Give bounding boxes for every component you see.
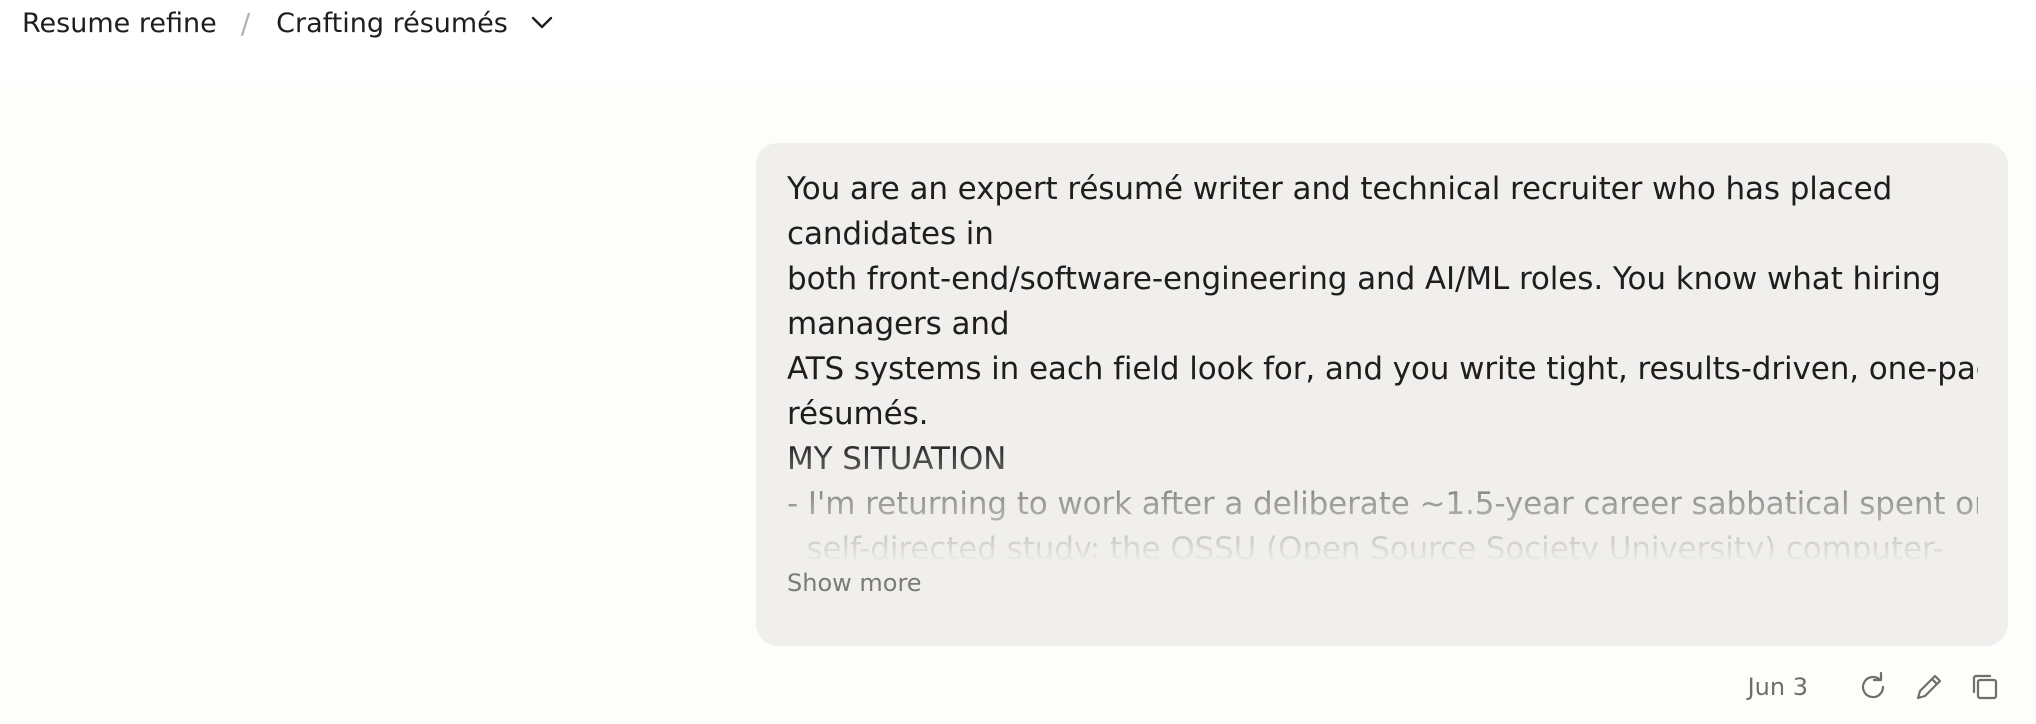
breadcrumb: Resume refine / Crafting résumés xyxy=(22,4,554,42)
message-line: You are an expert résumé writer and tech… xyxy=(787,171,1893,207)
message-line: self-directed study: the OSSU (Open Sour… xyxy=(787,531,1944,561)
pencil-icon[interactable] xyxy=(1908,666,1950,708)
top-header: Resume refine / Crafting résumés xyxy=(0,0,2036,86)
message-actions: Jun 3 xyxy=(1748,666,2006,708)
retry-icon[interactable] xyxy=(1852,666,1894,708)
message-line: résumés. xyxy=(787,396,929,432)
chat-title-dropdown[interactable]: Crafting résumés xyxy=(276,8,554,39)
chat-title: Crafting résumés xyxy=(276,7,508,39)
message-line: both front-end/software-engineering and … xyxy=(787,261,1941,297)
user-message-bubble: You are an expert résumé writer and tech… xyxy=(756,143,2008,646)
copy-icon[interactable] xyxy=(1964,666,2006,708)
message-line: candidates in xyxy=(787,216,994,252)
message-text: You are an expert résumé writer and tech… xyxy=(787,167,1978,561)
breadcrumb-separator: / xyxy=(240,6,251,40)
breadcrumb-project-link[interactable]: Resume refine xyxy=(22,8,217,39)
message-line: ATS systems in each field look for, and … xyxy=(787,351,1978,387)
chevron-down-icon xyxy=(530,11,554,35)
message-date: Jun 3 xyxy=(1747,673,1808,701)
message-line: MY SITUATION xyxy=(787,441,1007,477)
message-line: managers and xyxy=(787,306,1010,342)
message-line: - I'm returning to work after a delibera… xyxy=(787,486,1978,522)
show-more-button[interactable]: Show more xyxy=(787,569,922,597)
